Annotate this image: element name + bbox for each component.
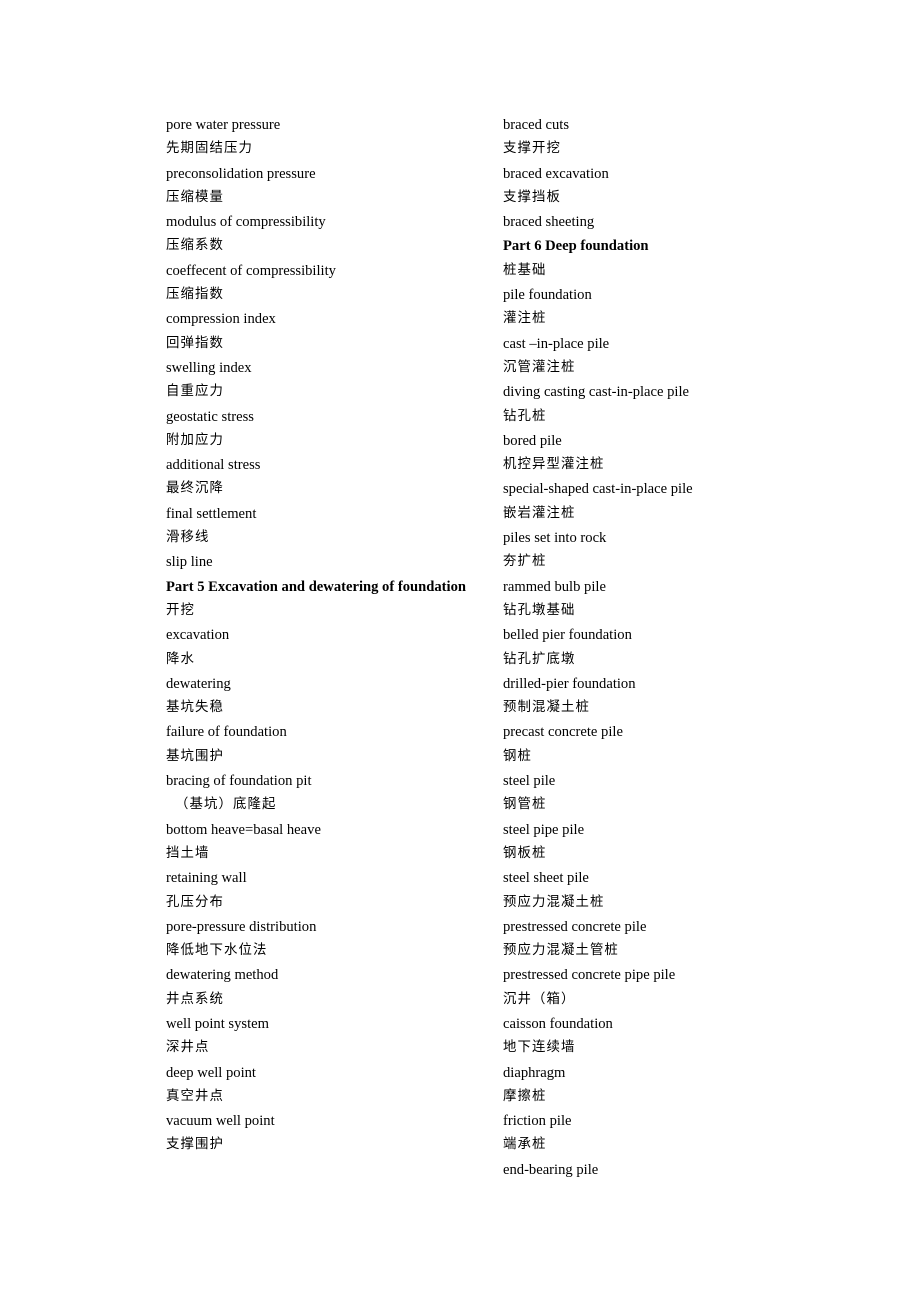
glossary-term-en: prestressed concrete pile	[503, 918, 647, 935]
glossary-term-zh: 基坑围护	[166, 748, 224, 764]
glossary-term-zh: 钻孔扩底墩	[503, 651, 576, 667]
glossary-term-zh: 深井点	[166, 1040, 210, 1056]
glossary-term-en: modulus of compressibility	[166, 214, 326, 231]
glossary-term-zh: 孔压分布	[166, 894, 224, 910]
glossary-term-zh: 预制混凝土桩	[503, 700, 590, 716]
glossary-term-zh: 附加应力	[166, 432, 224, 448]
glossary-term-zh: 沉井（箱）	[503, 991, 576, 1007]
glossary-term-zh: 支撑开挖	[503, 141, 561, 157]
glossary-term-en: slip line	[166, 554, 213, 571]
glossary-term-en: end-bearing pile	[503, 1161, 599, 1178]
glossary-term-en: piles set into rock	[503, 530, 607, 547]
glossary-term-zh: 钻孔墩基础	[503, 602, 576, 618]
glossary-term-en: bracing of foundation pit	[166, 773, 312, 790]
glossary-term-zh: 井点系统	[166, 991, 224, 1007]
glossary-term-zh: 地下连续墙	[503, 1040, 576, 1056]
glossary-term-en: pore-pressure distribution	[166, 918, 317, 935]
glossary-term-en: compression index	[166, 311, 276, 328]
glossary-term-zh: 支撑围护	[166, 1137, 224, 1153]
glossary-term-en: diaphragm	[503, 1064, 566, 1081]
glossary-term-zh: 夯扩桩	[503, 554, 547, 570]
glossary-term-en: precast concrete pile	[503, 724, 623, 741]
glossary-term-en: vacuum well point	[166, 1113, 275, 1130]
glossary-term-zh: 端承桩	[503, 1137, 547, 1153]
glossary-term-zh: 降低地下水位法	[166, 943, 268, 959]
glossary-term-en: retaining wall	[166, 870, 247, 887]
glossary-term-zh: 挡土墙	[166, 845, 210, 861]
glossary-term-zh: 灌注桩	[503, 311, 547, 327]
glossary-term-en: coeffecent of compressibility	[166, 262, 336, 279]
glossary-term-en: bored pile	[503, 432, 562, 449]
glossary-term-en: cast –in-place pile	[503, 335, 610, 352]
glossary-term-zh: 基坑失稳	[166, 700, 224, 716]
glossary-term-zh: 钢桩	[503, 748, 532, 764]
glossary-term-zh: 钢板桩	[503, 845, 547, 861]
glossary-term-en: belled pier foundation	[503, 627, 632, 644]
glossary-term-zh: 自重应力	[166, 384, 224, 400]
glossary-term-zh: 压缩指数	[166, 287, 224, 303]
glossary-term-zh: 沉管灌注桩	[503, 359, 576, 375]
glossary-term-en: braced sheeting	[503, 214, 595, 231]
glossary-term-zh: 最终沉降	[166, 481, 224, 497]
two-column-text-body: pore water pressure 先期固结压力 preconsolidatio…	[166, 113, 803, 1178]
glossary-term-en: swelling index	[166, 359, 252, 376]
glossary-term-zh: 压缩模量	[166, 189, 224, 205]
glossary-term-zh: 机控异型灌注桩	[503, 457, 605, 473]
glossary-term-zh: 真空井点	[166, 1088, 224, 1104]
glossary-term-en: drilled-pier foundation	[503, 675, 636, 692]
glossary-term-en: dewatering method	[166, 967, 279, 984]
glossary-term-zh: 开挖	[166, 602, 195, 618]
glossary-term-en: braced excavation	[503, 165, 609, 182]
glossary-term-en: pore water pressure	[166, 117, 281, 133]
glossary-term-en: dewatering	[166, 675, 231, 692]
glossary-term-en: steel sheet pile	[503, 870, 589, 887]
glossary-term-en: prestressed concrete pipe pile	[503, 967, 676, 984]
glossary-term-zh: 预应力混凝土桩	[503, 894, 605, 910]
glossary-term-en: deep well point	[166, 1064, 256, 1081]
glossary-term-en: bottom heave=basal heave	[166, 821, 321, 838]
right-text-column: braced cuts 支撑开挖 braced excavation 支撑挡板 brac…	[503, 113, 803, 1182]
glossary-term-zh: 钢管桩	[503, 797, 547, 813]
glossary-term-zh: 支撑挡板	[503, 189, 561, 205]
glossary-term-en: preconsolidation pressure	[166, 165, 316, 182]
glossary-term-zh: 降水	[166, 651, 195, 667]
glossary-term-en: steel pipe pile	[503, 821, 585, 838]
part-heading: Part 5 Excavation and dewatering of foun…	[166, 578, 466, 595]
glossary-term-en: steel pile	[503, 773, 556, 790]
glossary-term-zh: 滑移线	[166, 530, 210, 546]
glossary-term-en: failure of foundation	[166, 724, 287, 741]
glossary-term-en: friction pile	[503, 1113, 572, 1130]
glossary-term-en: diving casting cast-in-place pile	[503, 384, 690, 401]
glossary-term-zh: 嵌岩灌注桩	[503, 505, 576, 521]
glossary-term-en: final settlement	[166, 505, 257, 522]
glossary-term-en: excavation	[166, 627, 230, 644]
glossary-term-zh: 预应力混凝土管桩	[503, 943, 619, 959]
glossary-term-en: caisson foundation	[503, 1015, 613, 1032]
left-text-column: pore water pressure 先期固结压力 preconsolidatio…	[166, 113, 466, 1158]
glossary-term-en: well point system	[166, 1015, 269, 1032]
glossary-term-zh: （基坑）底隆起	[175, 797, 277, 813]
document-page: pore water pressure 先期固结压力 preconsolidatio…	[0, 0, 920, 1302]
glossary-term-zh: 桩基础	[503, 262, 547, 278]
glossary-term-en: additional stress	[166, 457, 261, 474]
glossary-term-en: special-shaped cast-in-place pile	[503, 481, 693, 498]
glossary-term-zh: 摩擦桩	[503, 1088, 547, 1104]
glossary-term-zh: 钻孔桩	[503, 408, 547, 424]
glossary-term-en: rammed bulb pile	[503, 578, 606, 595]
glossary-term-en: pile foundation	[503, 287, 592, 304]
glossary-term-zh: 先期固结压力	[166, 141, 253, 157]
glossary-term-zh: 回弹指数	[166, 335, 224, 351]
glossary-term-en: braced cuts	[503, 117, 570, 133]
glossary-term-en: geostatic stress	[166, 408, 254, 425]
glossary-term-zh: 压缩系数	[166, 238, 224, 254]
part-heading: Part 6 Deep foundation	[503, 238, 649, 255]
